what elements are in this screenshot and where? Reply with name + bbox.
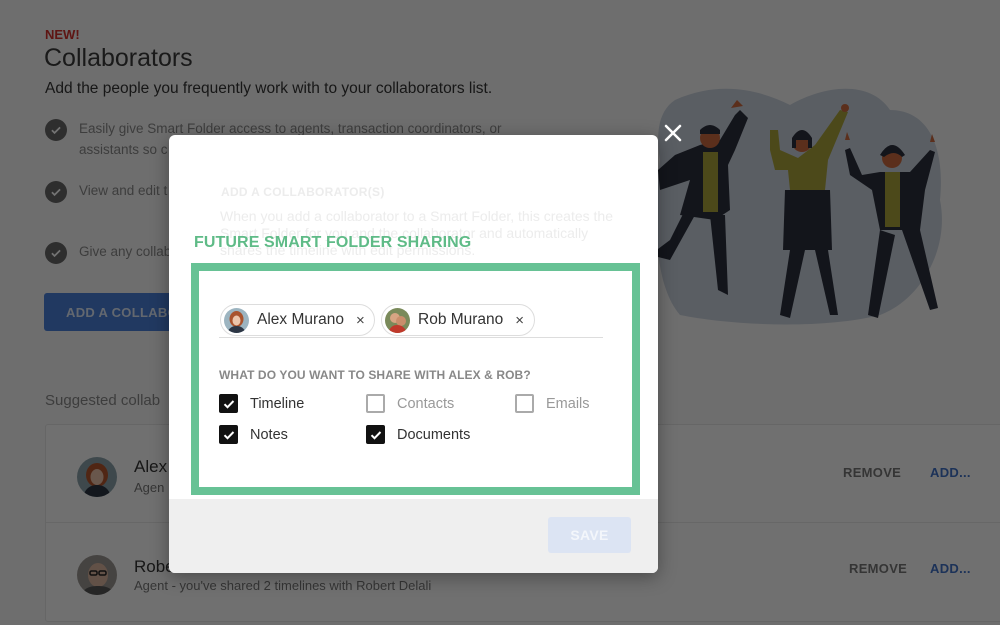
documents-checkbox[interactable]: Documents bbox=[366, 425, 470, 444]
checkbox-label: Documents bbox=[397, 426, 471, 443]
avatar bbox=[385, 307, 410, 333]
contacts-checkbox[interactable]: Contacts bbox=[366, 394, 454, 413]
close-icon[interactable] bbox=[662, 122, 684, 144]
emails-checkbox[interactable]: Emails bbox=[515, 394, 590, 413]
remove-chip-icon[interactable]: × bbox=[356, 312, 365, 329]
avatar bbox=[224, 307, 249, 333]
modal-faded-title: ADD A COLLABORATOR(S) bbox=[221, 185, 385, 199]
checkbox-unchecked-icon[interactable] bbox=[515, 394, 534, 413]
collaborator-chip[interactable]: Alex Murano × bbox=[220, 304, 375, 336]
checkbox-label: Notes bbox=[250, 426, 288, 443]
checkbox-unchecked-icon[interactable] bbox=[366, 394, 385, 413]
modal-footer: SAVE bbox=[169, 499, 658, 573]
checkbox-checked-icon[interactable] bbox=[366, 425, 385, 444]
checkbox-checked-icon[interactable] bbox=[219, 425, 238, 444]
notes-checkbox[interactable]: Notes bbox=[219, 425, 288, 444]
checkbox-label: Contacts bbox=[397, 395, 455, 412]
collaborator-chips-input[interactable]: Alex Murano × Rob Murano × bbox=[219, 296, 603, 338]
chip-name: Rob Murano bbox=[418, 311, 504, 328]
checkbox-checked-icon[interactable] bbox=[219, 394, 238, 413]
share-settings-modal: ADD A COLLABORATOR(S) When you add a col… bbox=[169, 135, 658, 573]
checkbox-label: Emails bbox=[546, 395, 590, 412]
collaborator-chip[interactable]: Rob Murano × bbox=[381, 304, 535, 336]
chip-name: Alex Murano bbox=[257, 311, 345, 328]
remove-chip-icon[interactable]: × bbox=[515, 312, 524, 329]
save-button[interactable]: SAVE bbox=[548, 517, 631, 553]
section-heading: FUTURE SMART FOLDER SHARING bbox=[194, 234, 472, 251]
highlighted-sharing-panel: Alex Murano × Rob Murano × WHAT DO YOU W… bbox=[191, 263, 640, 495]
share-question-label: WHAT DO YOU WANT TO SHARE WITH ALEX & RO… bbox=[219, 368, 531, 382]
checkbox-label: Timeline bbox=[250, 395, 305, 412]
timeline-checkbox[interactable]: Timeline bbox=[219, 394, 304, 413]
